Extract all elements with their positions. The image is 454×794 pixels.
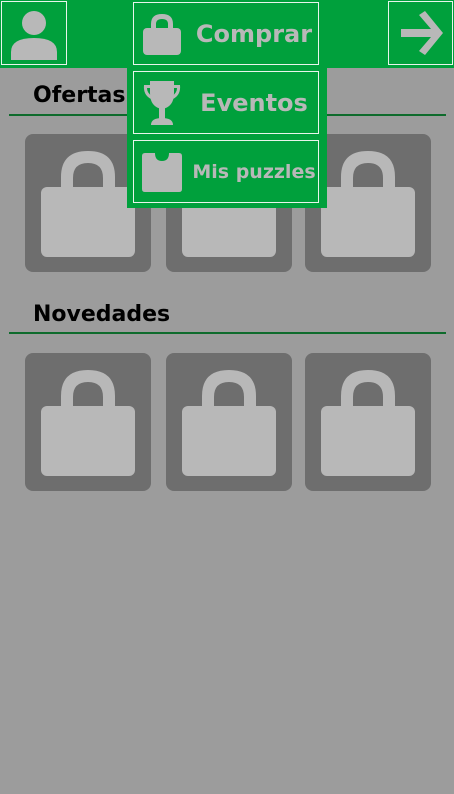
dropdown-menu: Comprar Eventos Mis puzzles [127,0,327,208]
padlock-icon [41,151,135,257]
locked-tile[interactable] [166,353,292,491]
arrow-right-icon [400,11,443,55]
next-button[interactable] [388,1,453,65]
padlock-icon [182,370,276,476]
locked-tile[interactable] [25,353,151,491]
trophy-icon [134,79,190,127]
padlock-icon [134,12,190,56]
locked-tile[interactable] [305,353,431,491]
menu-item-eventos[interactable]: Eventos [133,71,319,134]
menu-item-label: Eventos [200,88,308,117]
menu-item-label: Comprar [195,19,313,48]
bag-icon [134,151,190,193]
section-title-novedades: Novedades [33,302,171,327]
padlock-icon [321,370,415,476]
padlock-icon [321,151,415,257]
section-title-ofertas: Ofertas [33,83,126,108]
menu-item-label: Mis puzzles [192,160,316,183]
profile-button[interactable] [1,1,67,65]
menu-item-mis-puzzles[interactable]: Mis puzzles [133,140,319,203]
section-divider [9,332,446,334]
menu-item-comprar[interactable]: Comprar [133,2,319,65]
padlock-icon [41,370,135,476]
person-icon [11,11,57,60]
